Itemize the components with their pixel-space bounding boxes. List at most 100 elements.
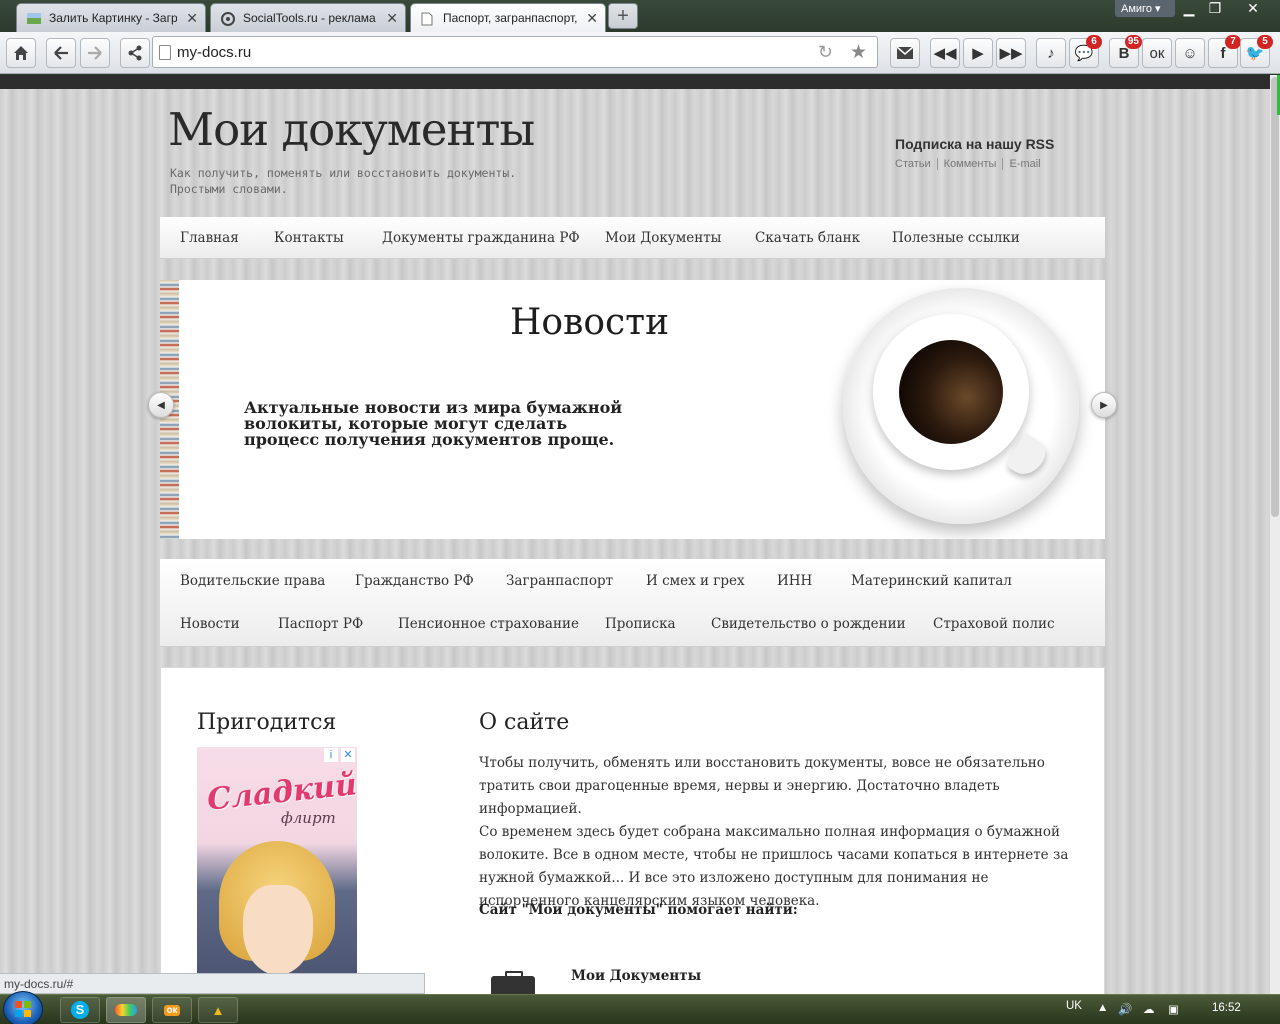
language-indicator[interactable]: UK — [1066, 1000, 1082, 1012]
taskbar-app[interactable]: ▲ — [198, 997, 238, 1023]
play-button[interactable]: ▶ — [963, 38, 993, 68]
skype-icon: S — [71, 1001, 89, 1019]
nav-home[interactable]: Главная — [180, 230, 239, 246]
category-insurance-policy[interactable]: Страховой полис — [933, 616, 1055, 632]
rewind-icon: ◀◀ — [933, 45, 957, 62]
volume-icon[interactable]: 🔊 — [1118, 1002, 1132, 1016]
show-hidden-icons-icon[interactable]: ▲ — [1097, 1002, 1108, 1014]
ad-close-icon[interactable]: ✕ — [341, 748, 355, 762]
home-icon — [14, 46, 28, 60]
odnoklassniki-icon: ок — [164, 1004, 180, 1016]
coffee-cup-image — [843, 288, 1079, 524]
triangle-right-icon: ▶ — [1100, 399, 1108, 411]
category-inn[interactable]: ИНН — [777, 573, 812, 589]
nav-download-form[interactable]: Скачать бланк — [755, 230, 860, 246]
help-item-my-documents[interactable]: Мои Документы — [571, 968, 701, 984]
slider-next-button[interactable]: ▶ — [1091, 392, 1117, 418]
nav-citizen-documents[interactable]: Документы гражданина РФ — [382, 230, 580, 246]
vk-badge: 95 — [1124, 35, 1142, 49]
mail-button[interactable] — [890, 38, 920, 68]
address-bar[interactable]: my-docs.ru ↻ ★ — [152, 36, 878, 68]
rewind-button[interactable]: ◀◀ — [930, 38, 960, 68]
close-tab-icon[interactable]: ✕ — [386, 10, 398, 27]
category-maternity-capital[interactable]: Материнский капитал — [851, 573, 1012, 589]
vk-button[interactable]: B 95 — [1109, 35, 1142, 68]
music-button[interactable]: ♪ — [1036, 38, 1066, 68]
category-citizenship[interactable]: Гражданство РФ — [355, 573, 474, 589]
main-content: Пригодится Сладкий флирт i ✕ О сайте Что… — [160, 667, 1105, 994]
advertisement-banner[interactable]: Сладкий флирт i ✕ — [197, 747, 357, 987]
arrow-right-icon — [88, 46, 102, 60]
home-button[interactable] — [6, 38, 36, 68]
category-driver-license[interactable]: Водительские права — [180, 573, 325, 589]
bookmark-star-icon[interactable]: ★ — [850, 41, 867, 64]
tab-socialtools[interactable]: SocialTools.ru - реклама в с ✕ — [210, 3, 406, 32]
about-paragraph-1: Чтобы получить, обменять или восстановит… — [479, 755, 1045, 817]
rss-link-email[interactable]: E-mail — [1003, 158, 1046, 170]
rss-title: Подписка на нашу RSS — [895, 136, 1055, 152]
moi-mir-button[interactable]: ☺ — [1175, 38, 1205, 68]
rss-links: Статьи Комменты E-mail — [895, 158, 1047, 170]
twitter-button[interactable]: 🐦 5 — [1240, 35, 1273, 68]
nav-useful-links[interactable]: Полезные ссылки — [892, 230, 1020, 246]
new-tab-button[interactable]: + — [608, 3, 638, 29]
taskbar-skype[interactable]: S — [60, 997, 100, 1023]
profile-menu[interactable]: Амиго ▾ — [1115, 0, 1175, 17]
mail-icon — [896, 46, 914, 59]
tab-passport[interactable]: Паспорт, загранпаспорт, ви ✕ — [410, 3, 606, 32]
address-url[interactable]: my-docs.ru — [177, 44, 251, 61]
taskbar-odnoklassniki[interactable]: ок — [152, 997, 192, 1023]
nav-contacts[interactable]: Контакты — [274, 230, 344, 246]
category-birth-certificate[interactable]: Свидетельство о рождении — [711, 616, 906, 632]
clock[interactable]: 16:52 — [1212, 1002, 1241, 1014]
socialtools-favicon-icon — [221, 12, 235, 26]
category-foreign-passport[interactable]: Загранпаспорт — [506, 573, 613, 589]
page-favicon-icon — [421, 12, 435, 26]
twitter-badge: 5 — [1257, 35, 1273, 49]
forward-button[interactable] — [80, 38, 110, 68]
odnoklassniki-button[interactable]: ок — [1142, 38, 1172, 68]
coffee — [899, 340, 1003, 444]
restore-icon[interactable]: ❐ — [1198, 0, 1232, 18]
site-title[interactable]: Мои документы — [168, 103, 535, 156]
nav-my-documents[interactable]: Мои Документы — [605, 230, 721, 246]
arrow-left-icon — [54, 46, 68, 60]
moi-mir-icon: ☺ — [1182, 44, 1198, 62]
reload-icon[interactable]: ↻ — [818, 42, 833, 63]
back-button[interactable] — [46, 38, 76, 68]
taskbar-amigo-browser[interactable] — [106, 997, 146, 1023]
action-center-icon[interactable]: ▣ — [1168, 1002, 1179, 1016]
profile-label: Амиго — [1121, 3, 1152, 15]
close-tab-icon[interactable]: ✕ — [186, 10, 198, 27]
messages-button[interactable]: 💬 6 — [1069, 35, 1102, 68]
about-help-heading: Сайт "Мои документы" помогает найти: — [479, 902, 798, 918]
rss-link-comments[interactable]: Комменты — [937, 158, 1004, 170]
facebook-button[interactable]: f 7 — [1208, 35, 1241, 68]
tab-title: SocialTools.ru - реклама в с — [243, 11, 377, 25]
ad-info-icon[interactable]: i — [323, 748, 338, 762]
category-pension-insurance[interactable]: Пенсионное страхование — [398, 616, 579, 632]
tab-upload-image[interactable]: Залить Картинку - Загрузи ✕ — [16, 3, 206, 32]
category-registration[interactable]: Прописка — [605, 616, 676, 632]
web-page: Мои документы Как получить, поменять или… — [0, 75, 1270, 994]
close-window-icon[interactable]: ✕ — [1236, 0, 1270, 18]
scrollbar-thumb[interactable] — [1271, 77, 1279, 517]
odnoklassniki-icon: ок — [1149, 44, 1165, 62]
category-news[interactable]: Новости — [180, 616, 240, 632]
start-button[interactable] — [3, 991, 43, 1024]
category-passport[interactable]: Паспорт РФ — [278, 616, 363, 632]
slider-prev-button[interactable]: ◀ — [148, 392, 174, 418]
news-slider: Новости Актуальные новости из мира бумаж… — [160, 280, 1105, 539]
network-icon[interactable]: ☁ — [1143, 1002, 1155, 1016]
page-scrollbar[interactable] — [1270, 75, 1280, 994]
facebook-icon: f — [1220, 44, 1226, 62]
category-humor[interactable]: И смех и грех — [646, 573, 745, 589]
fast-forward-button[interactable]: ▶▶ — [996, 38, 1026, 68]
close-tab-icon[interactable]: ✕ — [586, 10, 598, 27]
ad-character-face — [243, 885, 313, 975]
tab-title: Залить Картинку - Загрузи — [49, 11, 177, 25]
image-favicon-icon — [27, 12, 41, 25]
share-button[interactable] — [120, 38, 150, 68]
rss-link-articles[interactable]: Статьи — [895, 158, 938, 170]
messages-badge: 6 — [1086, 35, 1102, 49]
